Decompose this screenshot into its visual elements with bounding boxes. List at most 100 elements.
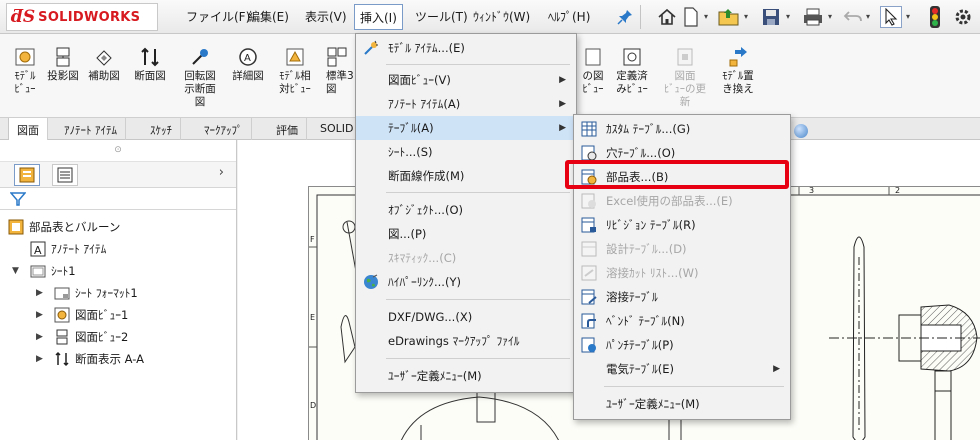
ribbon-label: 回転図 示断面 図 <box>184 70 216 108</box>
ribbon-label: の図 ﾋﾞｭｰ <box>582 70 604 95</box>
ribbon-model-view-button[interactable]: ﾓﾃﾞﾙ ﾋﾞｭｰ <box>8 46 42 96</box>
tree-item-label: 断面表示 A-A <box>75 352 145 366</box>
rebuild-traffic-light-icon[interactable] <box>924 6 946 28</box>
menu-item-edrawings-markup[interactable]: eDrawings ﾏｰｸｱｯﾌﾟ ﾌｧｲﾙ <box>356 329 576 353</box>
ribbon-relative-view-button[interactable]: ﾓﾃﾞﾙ相 対ﾋﾞｭｰ <box>272 46 318 96</box>
new-dropdown-icon[interactable]: ▾ <box>704 12 708 21</box>
menu-item-sheet[interactable]: ｼｰﾄ...(S) <box>356 140 576 164</box>
tree-item-sheet1[interactable]: ｼｰﾄ1 <box>30 261 76 281</box>
menu-item-model-items[interactable]: ﾓﾃﾞﾙ ｱｲﾃﾑ...(E) <box>356 36 576 60</box>
tab-markup[interactable]: ﾏｰｸｱｯﾌﾟ <box>196 118 252 140</box>
save-icon[interactable] <box>760 6 782 28</box>
select-dropdown-icon[interactable]: ▾ <box>906 12 910 21</box>
menu-item-punch-table[interactable]: ﾊﾟﾝﾁﾃｰﾌﾞﾙ(P) <box>574 333 790 357</box>
menu-item-annotation[interactable]: ｱﾉﾃｰﾄ ｱｲﾃﾑ(A) ▶ <box>356 92 576 116</box>
annotation-icon: A <box>30 241 46 257</box>
ribbon-auxiliary-view-button[interactable]: 補助図 <box>84 46 124 83</box>
weld-table-icon <box>580 288 598 306</box>
tab-drawing[interactable]: 図面 <box>8 118 48 141</box>
menu-item-electrical-table[interactable]: 電気ﾃｰﾌﾞﾙ(E) ▶ <box>574 357 790 381</box>
menu-item-hyperlink[interactable]: ﾊｲﾊﾟｰﾘﾝｸ...(Y) <box>356 270 576 294</box>
menu-insert[interactable]: 挿入(I) <box>354 4 403 30</box>
update-view-icon <box>674 46 696 68</box>
tree-item-sheet-format[interactable]: ｼｰﾄ ﾌｫｰﾏｯﾄ1 <box>54 283 138 303</box>
panel-grip[interactable]: ⊙ <box>0 140 236 162</box>
filter-icon[interactable] <box>10 191 26 207</box>
undo-icon[interactable] <box>842 6 864 28</box>
menu-item-section-line[interactable]: 断面線作成(M) <box>356 164 576 188</box>
solidworks-logo[interactable]: ƌS SOLIDWORKS <box>6 3 158 31</box>
svg-text:A: A <box>244 53 251 64</box>
tree-item-section-view[interactable]: 断面表示 A-A <box>54 349 144 369</box>
menu-edit[interactable]: 編集(E) <box>248 8 289 25</box>
tree-root[interactable]: 部品表とバルーン <box>8 217 120 237</box>
menu-item-weld-cutlist[interactable]: 溶接ｶｯﾄ ﾘｽﾄ...(W) <box>574 261 790 285</box>
punch-table-icon <box>580 336 598 354</box>
menu-item-picture[interactable]: 図...(P) <box>356 222 576 246</box>
sheet-column-label: 3 <box>809 186 815 195</box>
menu-item-excel-bom[interactable]: Excel使用の部品表...(E) <box>574 189 790 213</box>
select-arrow-icon[interactable] <box>880 6 902 28</box>
ribbon-label: ﾓﾃﾞﾙ相 対ﾋﾞｭｰ <box>279 70 311 95</box>
home-icon[interactable] <box>656 6 678 28</box>
tree-item-drawing-view1[interactable]: 図面ﾋﾞｭｰ1 <box>54 305 128 325</box>
open-folder-icon[interactable] <box>718 6 740 28</box>
menu-item-revision-table[interactable]: ﾘﾋﾞｼﾞｮﾝ ﾃｰﾌﾞﾙ(R) <box>574 213 790 237</box>
menu-item-custom-table[interactable]: ｶｽﾀﾑ ﾃｰﾌﾞﾙ...(G) <box>574 117 790 141</box>
tab-sketch[interactable]: ｽｹｯﾁ <box>142 118 181 140</box>
menu-item-object[interactable]: ｵﾌﾞｼﾞｪｸﾄ...(O) <box>356 198 576 222</box>
ribbon-predefined-view-button[interactable]: 定義済 みﾋﾞｭｰ <box>610 46 654 96</box>
custom-table-icon <box>580 120 598 138</box>
ribbon-section-view-button[interactable]: 断面図 <box>130 46 170 83</box>
ribbon-detail-view-button[interactable]: A 詳細図 <box>228 46 268 83</box>
filter-bar[interactable] <box>0 188 236 210</box>
menu-tools[interactable]: ツール(T) <box>415 8 468 25</box>
print-dropdown-icon[interactable]: ▾ <box>828 12 832 21</box>
ribbon-partial-view-button[interactable]: の図 ﾋﾞｭｰ <box>578 46 608 96</box>
ribbon-revolved-section-button[interactable]: 回転図 示断面 図 <box>178 46 222 109</box>
collapse-arrow-icon[interactable]: ▼ <box>12 266 19 276</box>
menu-item-dxf-dwg[interactable]: DXF/DWG...(X) <box>356 305 576 329</box>
expand-arrow-icon[interactable]: ▶ <box>36 288 43 298</box>
pin-icon[interactable] <box>614 6 636 28</box>
menu-view[interactable]: 表示(V) <box>305 8 347 25</box>
tree-item-annotations[interactable]: A ｱﾉﾃｰﾄ ｱｲﾃﾑ <box>30 239 106 259</box>
menu-item-schematic[interactable]: ｽｷﾏﾃｨｯｸ...(C) <box>356 246 576 270</box>
tree-item-drawing-view2[interactable]: 図面ﾋﾞｭｰ2 <box>54 327 128 347</box>
print-icon[interactable] <box>802 6 824 28</box>
insert-menu: ﾓﾃﾞﾙ ｱｲﾃﾑ...(E) 図面ﾋﾞｭｰ(V) ▶ ｱﾉﾃｰﾄ ｱｲﾃﾑ(A… <box>355 33 577 393</box>
menu-item-table[interactable]: ﾃｰﾌﾞﾙ(A) ▶ <box>356 116 576 140</box>
revolved-section-icon <box>189 46 211 68</box>
ribbon-standard-3view-button[interactable]: 標準3 図 <box>326 46 356 96</box>
expand-arrow-icon[interactable]: ▶ <box>36 354 43 364</box>
menu-item-drawing-view[interactable]: 図面ﾋﾞｭｰ(V) ▶ <box>356 68 576 92</box>
section-view-icon <box>54 351 70 367</box>
menu-item-design-table[interactable]: 設計ﾃｰﾌﾞﾙ...(D) <box>574 237 790 261</box>
open-dropdown-icon[interactable]: ▾ <box>744 12 748 21</box>
menu-file[interactable]: ファイル(F) <box>186 8 250 25</box>
menu-item-customize-menu[interactable]: ﾕｰｻﾞｰ定義ﾒﾆｭｰ(M) <box>574 392 790 416</box>
ribbon-replace-model-button[interactable]: ﾓﾃﾞﾙ置 き換え <box>714 46 762 96</box>
new-document-icon[interactable] <box>680 6 702 28</box>
property-manager-tab-icon[interactable] <box>52 164 78 186</box>
undo-dropdown-icon[interactable]: ▾ <box>866 12 870 21</box>
expand-arrow-icon[interactable]: ▶ <box>36 332 43 342</box>
tab-annotation[interactable]: ｱﾉﾃｰﾄ ｱｲﾃﾑ <box>56 118 126 140</box>
ribbon-update-view-button[interactable]: 図面 ﾋﾞｭｰの更 新 <box>660 46 710 109</box>
ribbon-label: 図面 ﾋﾞｭｰの更 新 <box>664 70 706 108</box>
options-gear-icon[interactable] <box>952 6 974 28</box>
ribbon-projected-view-button[interactable]: 投影図 <box>46 46 80 83</box>
projected-view-icon <box>52 46 74 68</box>
tab-evaluate[interactable]: 評価 <box>268 118 307 140</box>
logo-text: SOLIDWORKS <box>38 9 141 25</box>
view-orientation-sphere-icon[interactable] <box>794 124 808 138</box>
chevron-right-icon[interactable]: › <box>219 165 224 180</box>
menu-item-weld-table[interactable]: 溶接ﾃｰﾌﾞﾙ <box>574 285 790 309</box>
menu-help[interactable]: ﾍﾙﾌﾟ(H) <box>548 8 590 25</box>
menu-window[interactable]: ｳｨﾝﾄﾞｳ(W) <box>473 8 530 25</box>
feature-tree-tab-icon[interactable] <box>14 164 40 186</box>
save-dropdown-icon[interactable]: ▾ <box>786 12 790 21</box>
menu-item-customize-menu[interactable]: ﾕｰｻﾞｰ定義ﾒﾆｭｰ(M) <box>356 364 576 388</box>
menu-item-bend-table[interactable]: ﾍﾞﾝﾄﾞ ﾃｰﾌﾞﾙ(N) <box>574 309 790 333</box>
expand-arrow-icon[interactable]: ▶ <box>36 310 43 320</box>
